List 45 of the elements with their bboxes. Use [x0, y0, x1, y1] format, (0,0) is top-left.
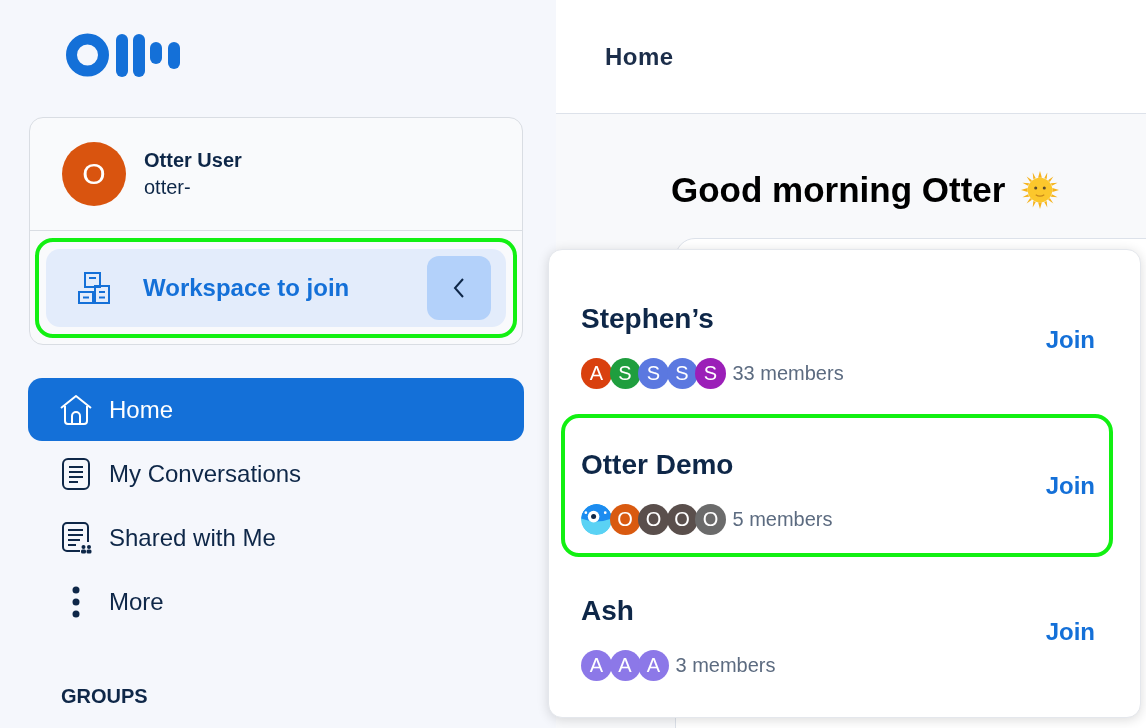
- greeting: Good morning Otter: [671, 170, 1006, 210]
- document-icon: [60, 457, 92, 490]
- workspace-name: Stephen’s: [581, 302, 714, 336]
- mascot-avatar-icon: [581, 504, 612, 535]
- building-icon: [78, 272, 110, 304]
- member-avatar: O: [638, 504, 669, 535]
- member-avatar: S: [666, 358, 698, 389]
- member-avatar: O: [695, 504, 726, 535]
- user-handle: otter-: [144, 176, 192, 199]
- logo-icon: [66, 33, 180, 77]
- workspace-item[interactable]: Otter Demo O O O O 5 members Join: [561, 414, 1113, 557]
- member-count: 5 members: [732, 508, 833, 531]
- collapse-button[interactable]: [427, 256, 491, 320]
- nav-item[interactable]: Home: [28, 378, 524, 441]
- member-avatar: O: [609, 504, 641, 535]
- user-name: Otter User: [144, 149, 242, 172]
- member-avatar: S: [695, 358, 726, 389]
- member-count: 3 members: [675, 654, 776, 677]
- more-icon: [72, 585, 80, 618]
- join-button[interactable]: Join: [1045, 325, 1095, 354]
- member-avatar: A: [581, 358, 612, 389]
- user-avatar: O: [62, 142, 126, 206]
- member-avatar: S: [638, 358, 669, 389]
- workspace-name: Otter Demo: [581, 448, 734, 482]
- nav-item[interactable]: Shared with Me: [28, 506, 524, 569]
- member-avatar: O: [666, 504, 698, 535]
- member-avatar: A: [581, 650, 612, 681]
- chevron-left-icon: [453, 278, 465, 298]
- member-avatar: S: [609, 358, 641, 389]
- workspace-button[interactable]: Workspace to join: [46, 249, 506, 327]
- member-count: 33 members: [732, 362, 844, 385]
- page-title: Home: [605, 42, 674, 71]
- join-button[interactable]: Join: [1045, 617, 1095, 646]
- member-avatar: A: [609, 650, 641, 681]
- workspace-item[interactable]: Ash A A A 3 members Join: [561, 560, 1113, 703]
- section-heading: GROUPS: [61, 685, 149, 708]
- nav-item[interactable]: My Conversations: [28, 442, 524, 505]
- join-button[interactable]: Join: [1045, 471, 1095, 500]
- shared-document-icon: [60, 521, 92, 554]
- nav-item[interactable]: More: [28, 570, 524, 633]
- member-avatar: A: [638, 650, 669, 681]
- sun-icon: [1021, 171, 1060, 209]
- workspace-item[interactable]: Stephen’s A S S S S 33 members Join: [561, 268, 1113, 411]
- home-icon: [60, 393, 92, 426]
- workspace-name: Ash: [581, 594, 634, 628]
